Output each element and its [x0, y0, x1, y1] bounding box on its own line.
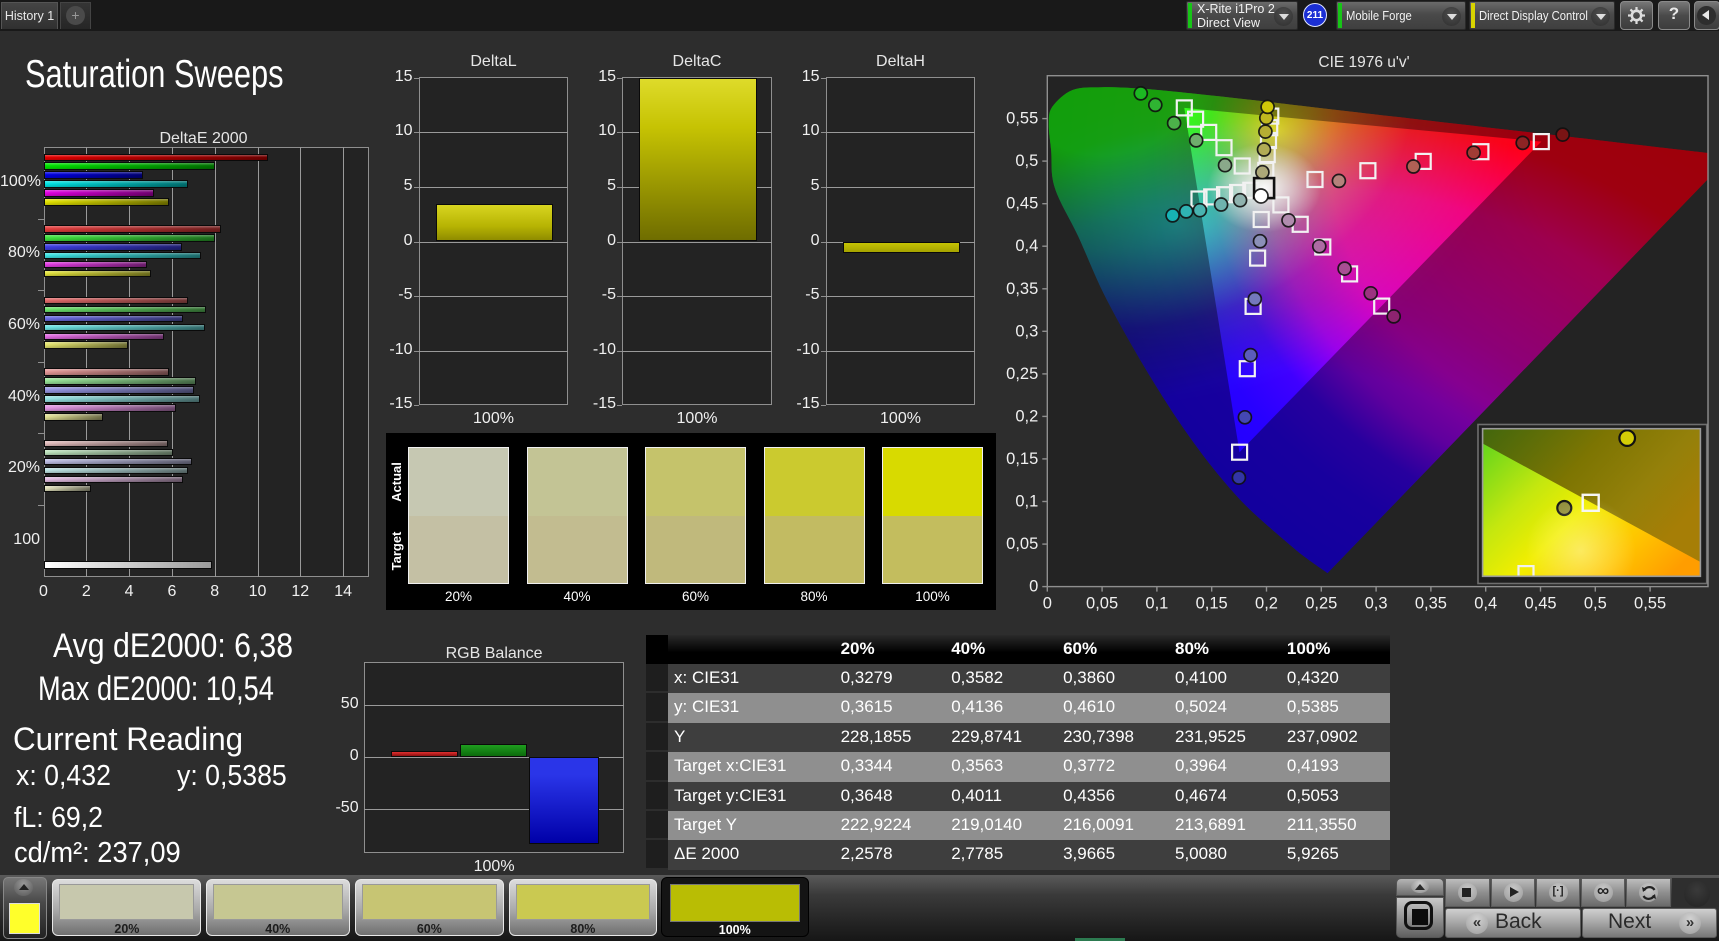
- svg-text:0,25: 0,25: [1006, 365, 1038, 383]
- svg-text:0,05: 0,05: [1086, 595, 1118, 613]
- svg-text:0,4: 0,4: [1015, 237, 1038, 255]
- svg-text:0,05: 0,05: [1006, 535, 1038, 553]
- svg-text:0,55: 0,55: [1006, 110, 1038, 128]
- svg-text:0,4: 0,4: [1474, 595, 1497, 613]
- svg-text:0: 0: [1029, 578, 1038, 596]
- svg-text:0,1: 0,1: [1015, 493, 1038, 511]
- svg-text:0,2: 0,2: [1255, 595, 1278, 613]
- svg-text:0,2: 0,2: [1015, 407, 1038, 425]
- svg-text:0,5: 0,5: [1584, 595, 1607, 613]
- svg-text:0: 0: [1043, 595, 1052, 613]
- svg-text:CIE 1976 u'v': CIE 1976 u'v': [1318, 54, 1409, 71]
- svg-text:0,25: 0,25: [1305, 595, 1337, 613]
- svg-text:0,45: 0,45: [1006, 195, 1038, 213]
- svg-text:0,55: 0,55: [1634, 595, 1666, 613]
- svg-text:0,35: 0,35: [1006, 280, 1038, 298]
- svg-text:0,45: 0,45: [1524, 595, 1556, 613]
- svg-text:0,3: 0,3: [1015, 322, 1038, 340]
- svg-text:0,15: 0,15: [1006, 450, 1038, 468]
- svg-text:0,3: 0,3: [1365, 595, 1388, 613]
- svg-text:0,35: 0,35: [1415, 595, 1447, 613]
- svg-text:0,1: 0,1: [1145, 595, 1168, 613]
- svg-text:0,5: 0,5: [1015, 152, 1038, 170]
- svg-text:0,15: 0,15: [1196, 595, 1228, 613]
